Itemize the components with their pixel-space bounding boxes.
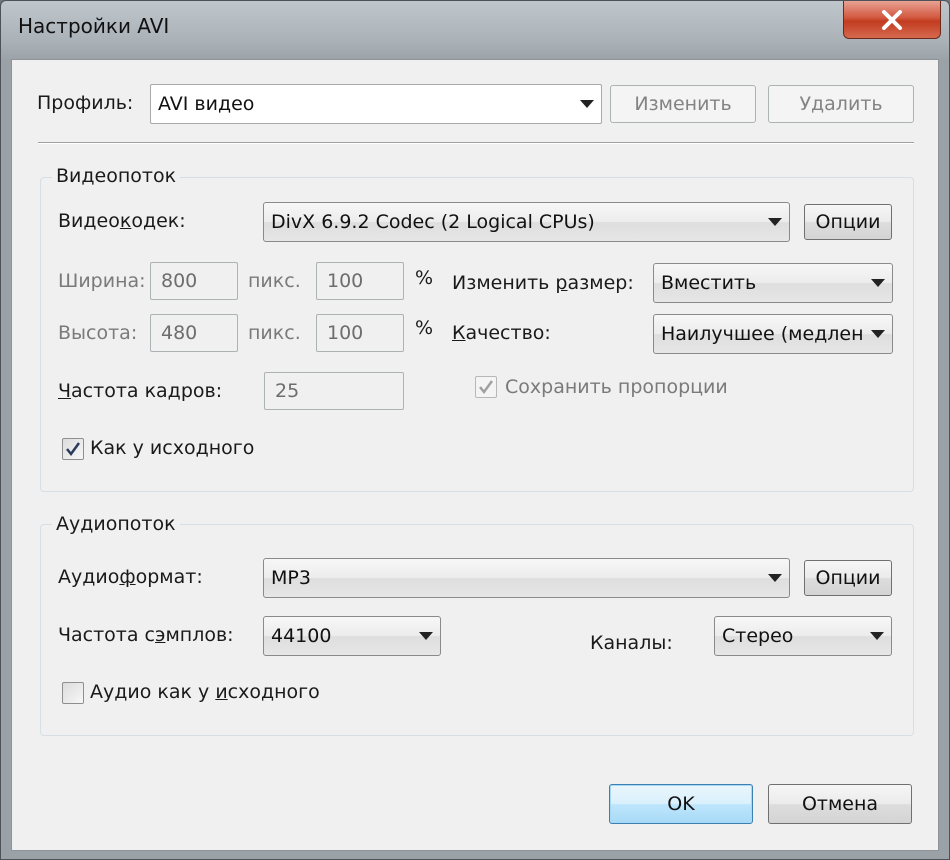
height-percent-sign: % [415,317,434,339]
checkmark-icon [479,380,494,395]
dialog-client-area: Профиль: AVI видео Изменить Удалить Виде… [11,59,939,851]
fps-label: Частота кадров: [58,380,223,402]
audio-same-as-source-checkbox[interactable] [62,682,84,704]
video-codec-value: DivX 6.9.2 Codec (2 Logical CPUs) [271,211,595,233]
audio-format-label: Аудиоформат: [58,566,203,588]
chevron-down-icon [580,100,594,108]
video-same-as-source-checkbox[interactable] [62,438,84,460]
close-button[interactable] [843,1,941,39]
resize-combo[interactable]: Вместить [653,263,893,303]
video-codec-options-button[interactable]: Опции [804,204,892,240]
video-codec-combo[interactable]: DivX 6.9.2 Codec (2 Logical CPUs) [263,202,790,242]
delete-profile-button[interactable]: Удалить [768,85,914,123]
audio-format-options-button[interactable]: Опции [804,560,892,596]
keep-aspect-checkbox[interactable] [475,376,497,398]
sample-rate-label: Частота сэмплов: [58,624,234,646]
dialog-window: Настройки AVI Профиль: AVI видео Изменит… [0,0,950,860]
window-title: Настройки AVI [18,14,170,38]
video-same-as-source-label: Как у исходного [90,437,255,459]
ok-button[interactable]: OK [609,784,753,824]
video-group-title: Видеопоток [52,165,181,187]
height-unit-label: пикс. [248,322,301,344]
channels-combo[interactable]: Стерео [714,616,892,656]
width-unit-label: пикс. [248,270,301,292]
cancel-button[interactable]: Отмена [768,784,912,824]
resize-label: Изменить размер: [452,272,634,294]
profile-combo[interactable]: AVI видео [150,84,602,124]
width-input[interactable]: 800 [150,262,238,300]
profile-label: Профиль: [37,92,134,114]
channels-value: Стерео [722,625,794,647]
chevron-down-icon [768,218,782,226]
quality-label: Качество: [452,322,551,344]
sample-rate-combo[interactable]: 44100 [263,616,441,656]
height-input[interactable]: 480 [150,314,238,352]
chevron-down-icon [768,574,782,582]
quality-combo[interactable]: Наилучшее (медленн [653,314,893,354]
resize-value: Вместить [661,272,757,294]
height-label: Высота: [58,322,138,344]
chevron-down-icon [871,330,885,338]
chevron-down-icon [419,632,433,640]
quality-value: Наилучшее (медленн [661,323,864,345]
audio-same-as-source-label: Аудио как у исходного [90,681,320,703]
audio-format-value: MP3 [271,567,311,589]
fps-input[interactable]: 25 [264,372,404,410]
audio-format-combo[interactable]: MP3 [263,558,790,598]
keep-aspect-label: Сохранить пропорции [505,376,728,398]
width-percent-sign: % [415,267,434,289]
width-label: Ширина: [58,270,146,292]
edit-profile-button[interactable]: Изменить [610,85,756,123]
sample-rate-value: 44100 [271,625,332,647]
height-percent-input[interactable]: 100 [316,314,404,352]
checkmark-icon [66,442,81,457]
width-percent-input[interactable]: 100 [316,262,404,300]
chevron-down-icon [870,632,884,640]
profile-value: AVI видео [158,93,255,115]
channels-label: Каналы: [590,632,673,654]
close-icon [882,9,902,30]
video-codec-label: Видеокодек: [58,210,186,232]
separator [38,142,914,144]
audio-group-title: Аудиопоток [52,513,180,535]
chevron-down-icon [871,279,885,287]
